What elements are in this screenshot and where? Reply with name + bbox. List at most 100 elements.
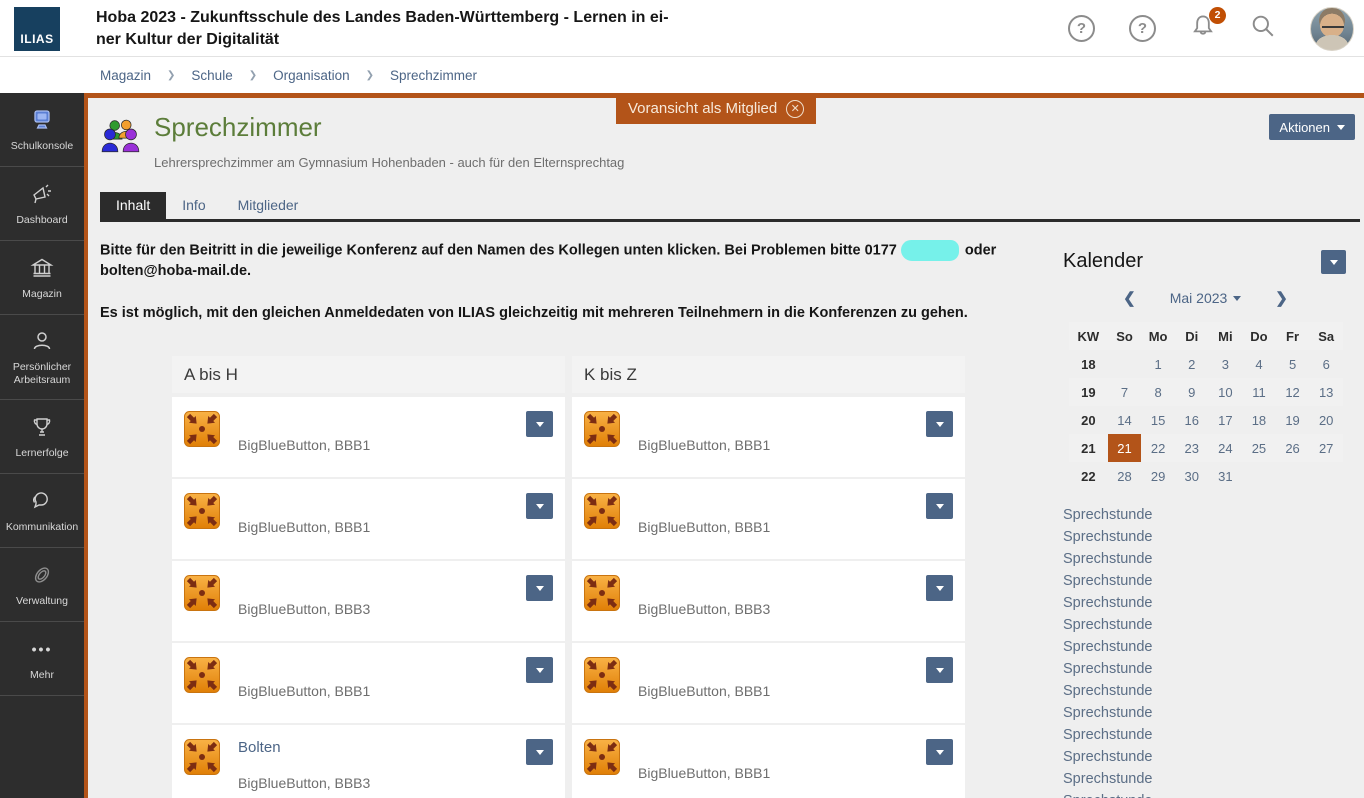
calendar-day-6[interactable]: 6 bbox=[1309, 350, 1343, 378]
calendar-actions-button[interactable] bbox=[1321, 250, 1346, 274]
event-link-sprechstunde[interactable]: Sprechstunde bbox=[1063, 592, 1348, 614]
breadcrumb-link-schule[interactable]: Schule bbox=[191, 68, 232, 83]
search-button[interactable] bbox=[1250, 13, 1276, 44]
calendar-day-7[interactable]: 7 bbox=[1108, 378, 1142, 406]
calendar-day-header: KW bbox=[1069, 322, 1108, 350]
conference-link[interactable]: Bolten bbox=[238, 739, 553, 756]
support-help-icon[interactable]: ? bbox=[1129, 15, 1156, 42]
calendar-day-1[interactable]: 1 bbox=[1141, 350, 1175, 378]
calendar-day-27[interactable]: 27 bbox=[1309, 434, 1343, 462]
calendar-day-14[interactable]: 14 bbox=[1108, 406, 1142, 434]
calendar-day-13[interactable]: 13 bbox=[1309, 378, 1343, 406]
breadcrumb-link-organisation[interactable]: Organisation bbox=[273, 68, 350, 83]
sidebar-item-magazin[interactable]: Magazin bbox=[0, 241, 84, 315]
bigbluebutton-icon[interactable] bbox=[184, 739, 220, 780]
row-actions-button[interactable] bbox=[926, 575, 953, 601]
event-link-sprechstunde[interactable]: Sprechstunde bbox=[1063, 548, 1348, 570]
bigbluebutton-icon[interactable] bbox=[584, 575, 620, 616]
sidebar-item-label: Schulkonsole bbox=[11, 140, 73, 153]
calendar-day-22[interactable]: 22 bbox=[1141, 434, 1175, 462]
sidebar-item-mehr[interactable]: •••Mehr bbox=[0, 622, 84, 696]
calendar-day-23[interactable]: 23 bbox=[1175, 434, 1209, 462]
event-link-sprechstunde[interactable]: Sprechstunde bbox=[1063, 680, 1348, 702]
calendar-day-17[interactable]: 17 bbox=[1209, 406, 1243, 434]
calendar-day-4[interactable]: 4 bbox=[1242, 350, 1276, 378]
calendar-day-3[interactable]: 3 bbox=[1209, 350, 1243, 378]
calendar-day-25[interactable]: 25 bbox=[1242, 434, 1276, 462]
event-link-sprechstunde[interactable]: Sprechstunde bbox=[1063, 504, 1348, 526]
calendar-table: KWSoMoDiMiDoFrSa 18123456197891011121320… bbox=[1069, 322, 1343, 490]
event-link-sprechstunde[interactable]: Sprechstunde bbox=[1063, 570, 1348, 592]
calendar-day-11[interactable]: 11 bbox=[1242, 378, 1276, 406]
breadcrumb-link-sprechzimmer[interactable]: Sprechzimmer bbox=[390, 68, 477, 83]
calendar-day-19[interactable]: 19 bbox=[1276, 406, 1310, 434]
row-actions-button[interactable] bbox=[926, 739, 953, 765]
calendar-day-16[interactable]: 16 bbox=[1175, 406, 1209, 434]
calendar-day-20[interactable]: 20 bbox=[1309, 406, 1343, 434]
bigbluebutton-icon[interactable] bbox=[584, 411, 620, 452]
calendar-day-8[interactable]: 8 bbox=[1141, 378, 1175, 406]
breadcrumb-link-magazin[interactable]: Magazin bbox=[100, 68, 151, 83]
sidebar-item-schulkonsole[interactable]: Schulkonsole bbox=[0, 93, 84, 167]
tab-mitglieder[interactable]: Mitglieder bbox=[222, 192, 315, 219]
calendar-day-10[interactable]: 10 bbox=[1209, 378, 1243, 406]
event-link-sprechstunde[interactable]: Sprechstunde bbox=[1063, 724, 1348, 746]
breadcrumb-separator-icon: ❯ bbox=[249, 70, 257, 81]
calendar-day-26[interactable]: 26 bbox=[1276, 434, 1310, 462]
calendar-day-15[interactable]: 15 bbox=[1141, 406, 1175, 434]
row-actions-button[interactable] bbox=[526, 493, 553, 519]
row-actions-button[interactable] bbox=[526, 739, 553, 765]
row-text: BigBlueButton, BBB1 bbox=[238, 493, 553, 535]
row-actions-button[interactable] bbox=[926, 411, 953, 437]
bigbluebutton-icon[interactable] bbox=[584, 739, 620, 780]
sidebar-item-dashboard[interactable]: Dashboard bbox=[0, 167, 84, 241]
event-link-sprechstunde[interactable]: Sprechstunde bbox=[1063, 658, 1348, 680]
help-icon[interactable]: ? bbox=[1068, 15, 1095, 42]
sidebar-item-kommunikation[interactable]: Kommunikation bbox=[0, 474, 84, 548]
bigbluebutton-icon[interactable] bbox=[184, 493, 220, 534]
row-actions-button[interactable] bbox=[526, 411, 553, 437]
close-preview-icon[interactable]: ✕ bbox=[786, 100, 804, 118]
bigbluebutton-icon[interactable] bbox=[584, 657, 620, 698]
notifications-button[interactable]: 2 bbox=[1190, 13, 1216, 45]
bigbluebutton-icon[interactable] bbox=[184, 657, 220, 698]
tab-info[interactable]: Info bbox=[166, 192, 221, 219]
chevron-down-icon bbox=[536, 422, 544, 427]
bigbluebutton-icon[interactable] bbox=[184, 411, 220, 452]
sidebar-item-lernerfolge[interactable]: Lernerfolge bbox=[0, 400, 84, 474]
calendar-day-28[interactable]: 28 bbox=[1108, 462, 1142, 490]
calendar-month-selector[interactable]: Mai 2023 bbox=[1170, 290, 1242, 306]
ilias-logo[interactable]: ILIAS bbox=[14, 7, 60, 51]
user-avatar[interactable] bbox=[1310, 7, 1354, 51]
event-link-sprechstunde[interactable]: Sprechstunde bbox=[1063, 790, 1348, 798]
tab-inhalt[interactable]: Inhalt bbox=[100, 192, 166, 219]
row-actions-button[interactable] bbox=[926, 657, 953, 683]
sidebar-item-arbeitsraum[interactable]: Persönlicher Arbeitsraum bbox=[0, 315, 84, 400]
actions-button[interactable]: Aktionen bbox=[1269, 114, 1355, 140]
calendar-day-31[interactable]: 31 bbox=[1209, 462, 1243, 490]
row-actions-button[interactable] bbox=[926, 493, 953, 519]
event-link-sprechstunde[interactable]: Sprechstunde bbox=[1063, 636, 1348, 658]
calendar-prev-month-icon[interactable]: ❮ bbox=[1123, 289, 1136, 307]
row-actions-button[interactable] bbox=[526, 657, 553, 683]
calendar-day-29[interactable]: 29 bbox=[1141, 462, 1175, 490]
calendar-day-30[interactable]: 30 bbox=[1175, 462, 1209, 490]
calendar-day-2[interactable]: 2 bbox=[1175, 350, 1209, 378]
calendar-day-12[interactable]: 12 bbox=[1276, 378, 1310, 406]
calendar-day-18[interactable]: 18 bbox=[1242, 406, 1276, 434]
event-link-sprechstunde[interactable]: Sprechstunde bbox=[1063, 526, 1348, 548]
row-actions-button[interactable] bbox=[526, 575, 553, 601]
bigbluebutton-icon[interactable] bbox=[584, 493, 620, 534]
calendar-next-month-icon[interactable]: ❯ bbox=[1275, 289, 1288, 307]
event-link-sprechstunde[interactable]: Sprechstunde bbox=[1063, 614, 1348, 636]
search-icon bbox=[1250, 26, 1276, 43]
event-link-sprechstunde[interactable]: Sprechstunde bbox=[1063, 702, 1348, 724]
calendar-day-5[interactable]: 5 bbox=[1276, 350, 1310, 378]
calendar-day-24[interactable]: 24 bbox=[1209, 434, 1243, 462]
event-link-sprechstunde[interactable]: Sprechstunde bbox=[1063, 746, 1348, 768]
calendar-day-9[interactable]: 9 bbox=[1175, 378, 1209, 406]
calendar-day-21[interactable]: 21 bbox=[1108, 434, 1142, 462]
sidebar-item-verwaltung[interactable]: Verwaltung bbox=[0, 548, 84, 622]
bigbluebutton-icon[interactable] bbox=[184, 575, 220, 616]
event-link-sprechstunde[interactable]: Sprechstunde bbox=[1063, 768, 1348, 790]
